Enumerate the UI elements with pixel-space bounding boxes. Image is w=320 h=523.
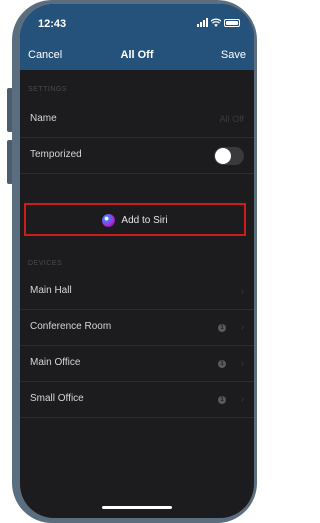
status-icons xyxy=(197,18,240,27)
device-badge: 1 xyxy=(218,396,226,404)
add-to-siri-content: Add to Siri xyxy=(26,214,244,227)
device-label: Conference Room xyxy=(30,321,112,332)
temporized-row: Temporized xyxy=(20,138,254,174)
temporized-toggle[interactable] xyxy=(214,147,244,165)
chevron-right-icon: › xyxy=(240,286,244,297)
battery-icon xyxy=(224,19,240,27)
device-badge: 1 xyxy=(218,324,226,332)
device-label: Main Hall xyxy=(30,285,72,296)
device-row-main-office[interactable]: Main Office 1 › xyxy=(20,346,254,382)
add-to-siri-button[interactable]: Add to Siri xyxy=(24,203,246,236)
device-row-conference-room[interactable]: Conference Room 1 › xyxy=(20,310,254,346)
page-title: All Off xyxy=(120,49,154,61)
device-label: Small Office xyxy=(30,393,84,404)
chevron-right-icon: › xyxy=(240,358,244,369)
toggle-knob xyxy=(215,148,231,164)
device-label: Main Office xyxy=(30,357,81,368)
save-button[interactable]: Save xyxy=(221,49,246,61)
nav-bar: Cancel All Off Save xyxy=(20,38,254,70)
status-bar: 12:43 xyxy=(20,4,254,38)
name-label: Name xyxy=(30,113,57,124)
device-row-small-office[interactable]: Small Office 1 › xyxy=(20,382,254,418)
chevron-right-icon: › xyxy=(240,394,244,405)
name-value[interactable]: All Off xyxy=(220,114,244,124)
signal-icon xyxy=(197,18,208,27)
device-badge: 1 xyxy=(218,360,226,368)
status-time: 12:43 xyxy=(38,18,67,30)
temporized-label: Temporized xyxy=(30,149,82,160)
chevron-right-icon: › xyxy=(240,322,244,333)
add-to-siri-label: Add to Siri xyxy=(121,215,168,227)
home-indicator[interactable] xyxy=(102,506,172,509)
wifi-icon xyxy=(211,18,221,27)
name-row[interactable]: Name All Off xyxy=(20,102,254,138)
siri-orb-icon xyxy=(102,214,116,227)
settings-section-header: SETTINGS xyxy=(28,86,68,93)
device-row-main-hall[interactable]: Main Hall › xyxy=(20,274,254,310)
devices-section-header: DEVICES xyxy=(28,260,63,267)
screen: 12:43 Cancel All Off Save SETTINGS Name … xyxy=(20,4,254,518)
